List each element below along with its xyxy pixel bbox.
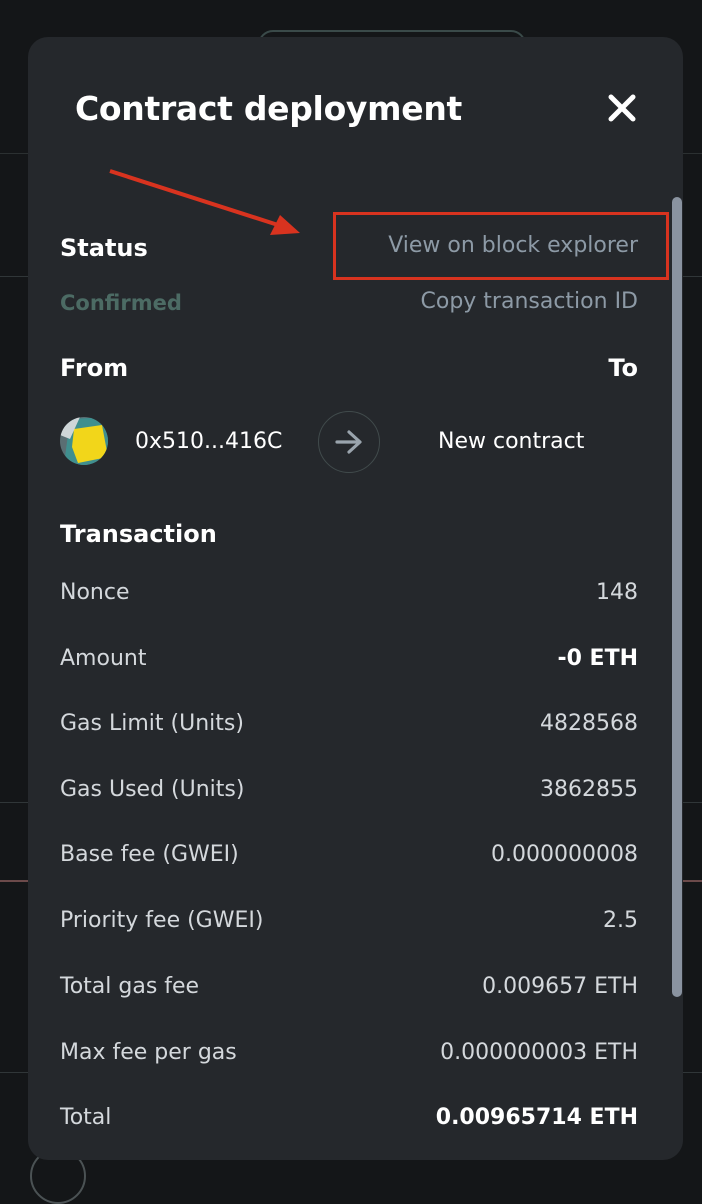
view-on-block-explorer-link[interactable]: View on block explorer: [388, 231, 638, 261]
tx-row-value: 4828568: [540, 711, 638, 736]
direction-indicator: [318, 411, 380, 473]
status-label: Status: [60, 234, 148, 262]
transaction-heading: Transaction: [60, 520, 217, 548]
tx-row-value: 3862855: [540, 777, 638, 802]
to-label: To: [608, 354, 638, 382]
close-button[interactable]: [606, 92, 638, 124]
close-icon: [608, 94, 636, 122]
tx-row-label: Total gas fee: [60, 974, 200, 999]
from-address[interactable]: 0x510...416C: [135, 427, 282, 457]
tx-row-label: Amount: [60, 646, 147, 671]
tx-row-max-fee-per-gas: Max fee per gas 0.000000003 ETH: [60, 1037, 638, 1069]
tx-row-value: 2.5: [603, 908, 638, 933]
tx-row-value: 0.009657 ETH: [482, 974, 638, 999]
tx-row-label: Gas Limit (Units): [60, 711, 244, 736]
arrow-right-icon: [335, 430, 362, 454]
tx-row-label: Nonce: [60, 580, 130, 605]
modal-title: Contract deployment: [75, 89, 462, 128]
copy-transaction-id-link[interactable]: Copy transaction ID: [421, 287, 639, 317]
tx-row-gas-used: Gas Used (Units) 3862855: [60, 774, 638, 806]
tx-row-label: Priority fee (GWEI): [60, 908, 264, 933]
tx-row-base-fee: Base fee (GWEI) 0.000000008: [60, 839, 638, 871]
tx-row-priority-fee: Priority fee (GWEI) 2.5: [60, 905, 638, 937]
tx-row-label: Max fee per gas: [60, 1040, 237, 1065]
tx-row-label: Base fee (GWEI): [60, 842, 239, 867]
tx-row-gas-limit: Gas Limit (Units) 4828568: [60, 708, 638, 740]
account-avatar: [60, 417, 108, 465]
tx-row-nonce: Nonce 148: [60, 577, 638, 609]
scrollbar[interactable]: [672, 197, 682, 997]
transaction-details-modal: Contract deployment Status View on block…: [28, 37, 683, 1160]
tx-row-value: 0.000000008: [491, 842, 638, 867]
tx-row-label: Total: [60, 1105, 112, 1130]
tx-row-total: Total 0.00965714 ETH: [60, 1102, 638, 1134]
tx-row-value: -0 ETH: [557, 646, 638, 671]
jazzicon-avatar: [60, 417, 108, 465]
tx-row-value: 0.00965714 ETH: [435, 1105, 638, 1130]
tx-row-amount: Amount -0 ETH: [60, 643, 638, 675]
to-recipient: New contract: [438, 429, 585, 454]
tx-row-total-gas-fee: Total gas fee 0.009657 ETH: [60, 971, 638, 1003]
tx-row-label: Gas Used (Units): [60, 777, 245, 802]
tx-row-value: 148: [596, 580, 638, 605]
status-badge: Confirmed: [60, 291, 182, 315]
from-label: From: [60, 354, 129, 382]
tx-row-value: 0.000000003 ETH: [440, 1040, 638, 1065]
